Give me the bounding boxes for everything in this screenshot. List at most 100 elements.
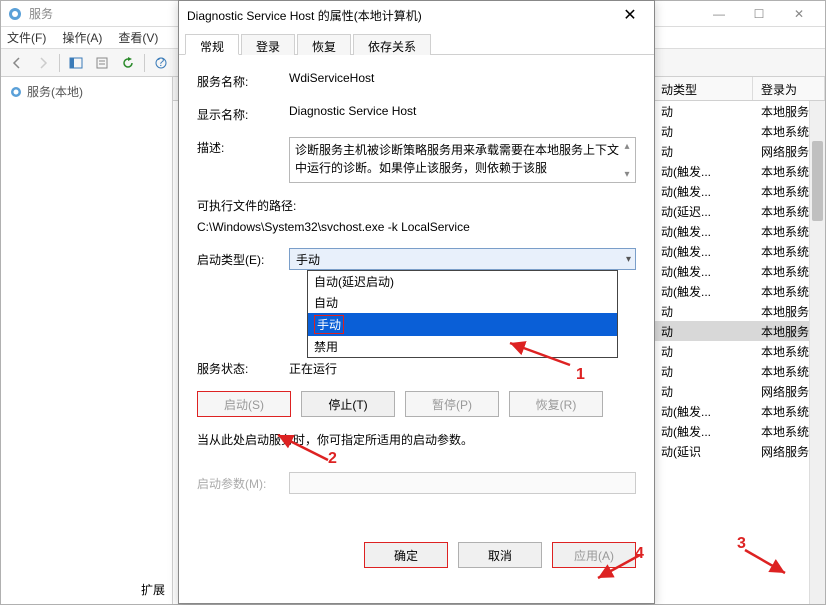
cell-startup: 动	[653, 383, 753, 400]
list-row[interactable]: 动本地服务	[653, 101, 825, 121]
svg-text:?: ?	[158, 56, 165, 69]
properties-dialog: Diagnostic Service Host 的属性(本地计算机) ✕ 常规 …	[178, 0, 655, 604]
label-service-name: 服务名称:	[197, 71, 289, 90]
cell-startup: 动(触发...	[653, 183, 753, 200]
desc-scroll-up[interactable]: ▴	[619, 138, 635, 154]
cell-startup: 动(触发...	[653, 243, 753, 260]
list-row[interactable]: 动(触发...本地系统	[653, 181, 825, 201]
list-row[interactable]: 动(触发...本地系统	[653, 221, 825, 241]
list-row[interactable]: 动(触发...本地系统	[653, 161, 825, 181]
tab-logon[interactable]: 登录	[241, 34, 295, 55]
list-row[interactable]: 动本地系统	[653, 361, 825, 381]
stop-button[interactable]: 停止(T)	[301, 391, 395, 417]
service-list: 动类型 登录为 动本地服务动本地系统动网络服务动(触发...本地系统动(触发..…	[653, 77, 825, 604]
option-auto[interactable]: 自动	[308, 292, 617, 313]
col-startup[interactable]: 动类型	[653, 77, 753, 100]
panel-button[interactable]	[64, 52, 88, 74]
list-row[interactable]: 动本地服务	[653, 321, 825, 341]
cell-startup: 动	[653, 123, 753, 140]
close-button[interactable]: ✕	[779, 2, 819, 26]
resume-button[interactable]: 恢复(R)	[509, 391, 603, 417]
apply-button[interactable]: 应用(A)	[552, 542, 636, 568]
menu-action[interactable]: 操作(A)	[62, 29, 102, 46]
scrollbar-thumb[interactable]	[812, 141, 823, 221]
value-service-name: WdiServiceHost	[289, 71, 636, 85]
value-description: 诊断服务主机被诊断策略服务用来承载需要在本地服务上下文中运行的诊断。如果停止该服…	[295, 143, 619, 175]
cell-startup: 动	[653, 323, 753, 340]
services-icon	[7, 6, 23, 22]
list-row[interactable]: 动本地服务	[653, 301, 825, 321]
menu-view[interactable]: 查看(V)	[118, 29, 158, 46]
list-row[interactable]: 动网络服务	[653, 381, 825, 401]
option-disabled[interactable]: 禁用	[308, 336, 617, 357]
start-params-input[interactable]	[289, 472, 636, 494]
list-row[interactable]: 动网络服务	[653, 141, 825, 161]
description-box[interactable]: 诊断服务主机被诊断策略服务用来承载需要在本地服务上下文中运行的诊断。如果停止该服…	[289, 137, 636, 183]
list-row[interactable]: 动本地系统	[653, 121, 825, 141]
menu-file[interactable]: 文件(F)	[7, 29, 46, 46]
cell-startup: 动(触发...	[653, 403, 753, 420]
pause-button[interactable]: 暂停(P)	[405, 391, 499, 417]
dialog-close-button[interactable]: ✕	[614, 5, 646, 25]
tree-root-label: 服务(本地)	[27, 83, 83, 100]
col-logon[interactable]: 登录为	[753, 77, 825, 100]
label-exe-path: 可执行文件的路径:	[197, 197, 636, 214]
list-row[interactable]: 动(触发...本地系统	[653, 401, 825, 421]
value-service-status: 正在运行	[289, 360, 337, 377]
startup-dropdown: 自动(延迟启动) 自动 手动 禁用	[307, 270, 618, 358]
label-start-params: 启动参数(M):	[197, 475, 289, 492]
tab-recovery[interactable]: 恢复	[297, 34, 351, 55]
dialog-tabs: 常规 登录 恢复 依存关系	[179, 29, 654, 55]
tree-panel: 服务(本地)	[1, 77, 173, 604]
list-row[interactable]: 动本地系统	[653, 341, 825, 361]
maximize-button[interactable]: ☐	[739, 2, 779, 26]
list-row[interactable]: 动(触发...本地系统	[653, 261, 825, 281]
chevron-down-icon: ▾	[626, 254, 631, 265]
cancel-button[interactable]: 取消	[458, 542, 542, 568]
forward-button[interactable]	[31, 52, 55, 74]
option-manual[interactable]: 手动	[308, 313, 617, 336]
cell-startup: 动	[653, 103, 753, 120]
list-header: 动类型 登录为	[653, 77, 825, 101]
label-startup-type: 启动类型(E):	[197, 251, 289, 268]
cell-startup: 动(延迟...	[653, 203, 753, 220]
list-row[interactable]: 动(触发...本地系统	[653, 241, 825, 261]
note-text: 当从此处启动服务时，你可指定所适用的启动参数。	[197, 431, 636, 448]
help-button[interactable]: ?	[149, 52, 173, 74]
list-row[interactable]: 动(延识网络服务	[653, 441, 825, 461]
cell-startup: 动	[653, 303, 753, 320]
cell-startup: 动	[653, 343, 753, 360]
list-row[interactable]: 动(延迟...本地系统	[653, 201, 825, 221]
desc-scroll-down[interactable]: ▾	[619, 166, 635, 182]
list-row[interactable]: 动(触发...本地系统	[653, 421, 825, 441]
tab-deps[interactable]: 依存关系	[353, 34, 431, 55]
cell-startup: 动	[653, 363, 753, 380]
value-display-name: Diagnostic Service Host	[289, 104, 636, 118]
startup-type-select[interactable]: 手动 ▾	[289, 248, 636, 270]
tree-root[interactable]: 服务(本地)	[9, 83, 164, 100]
scrollbar[interactable]	[809, 101, 825, 604]
minimize-button[interactable]: —	[699, 2, 739, 26]
label-service-status: 服务状态:	[197, 360, 289, 377]
cell-startup: 动(触发...	[653, 283, 753, 300]
back-button[interactable]	[5, 52, 29, 74]
cell-startup: 动(触发...	[653, 263, 753, 280]
cell-startup: 动(延识	[653, 443, 753, 460]
start-button[interactable]: 启动(S)	[197, 391, 291, 417]
cell-startup: 动(触发...	[653, 223, 753, 240]
option-auto-delayed[interactable]: 自动(延迟启动)	[308, 271, 617, 292]
refresh-button[interactable]	[116, 52, 140, 74]
properties-button[interactable]	[90, 52, 114, 74]
cell-startup: 动(触发...	[653, 423, 753, 440]
ok-button[interactable]: 确定	[364, 542, 448, 568]
value-exe-path: C:\Windows\System32\svchost.exe -k Local…	[197, 220, 636, 234]
cell-startup: 动	[653, 143, 753, 160]
dialog-title: Diagnostic Service Host 的属性(本地计算机)	[187, 7, 614, 24]
dialog-titlebar: Diagnostic Service Host 的属性(本地计算机) ✕	[179, 1, 654, 29]
startup-type-value: 手动	[296, 251, 320, 268]
cell-startup: 动(触发...	[653, 163, 753, 180]
bottom-tab-extended[interactable]: 扩展	[141, 583, 165, 597]
label-description: 描述:	[197, 137, 289, 156]
tab-general[interactable]: 常规	[185, 34, 239, 55]
list-row[interactable]: 动(触发...本地系统	[653, 281, 825, 301]
